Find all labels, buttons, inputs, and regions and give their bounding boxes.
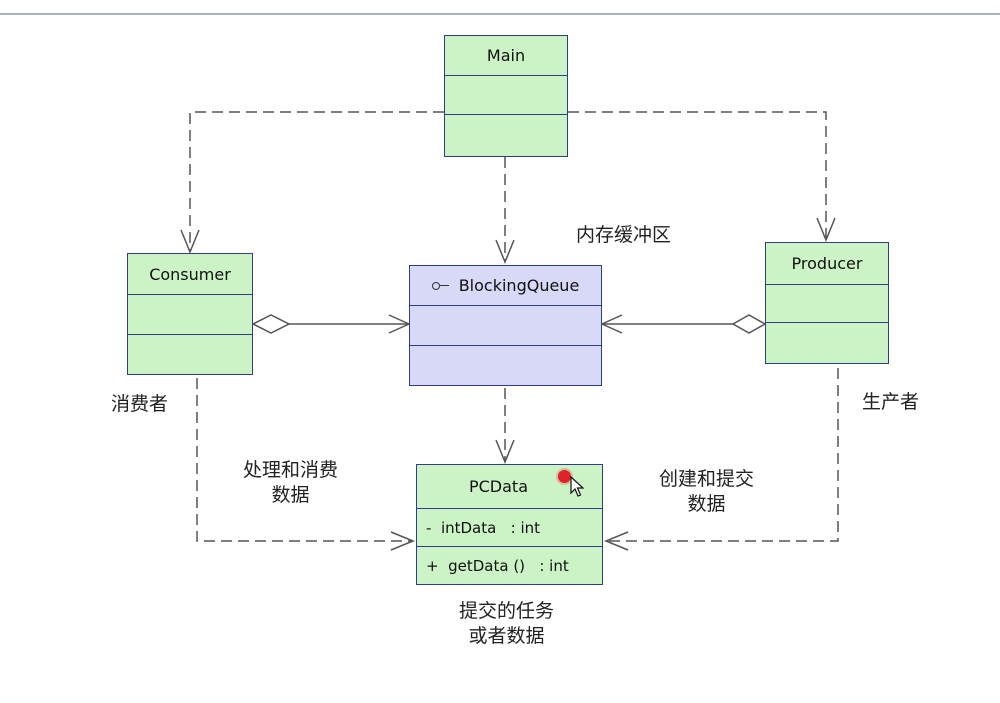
- note-line: 数据: [271, 484, 310, 506]
- operations-compartment: [445, 115, 567, 155]
- note-task: 提交的任务 或者数据: [459, 599, 554, 649]
- class-main: Main: [444, 35, 568, 157]
- class-consumer: Consumer: [127, 253, 253, 375]
- attributes-compartment: [410, 306, 601, 346]
- note-line: 创建和提交: [659, 468, 755, 490]
- dep-main-producer: [568, 111, 827, 240]
- note-consumer-role: 消费者: [111, 393, 169, 415]
- class-header: BlockingQueue: [410, 266, 601, 306]
- attributes-compartment: [766, 285, 888, 323]
- note-line: 数据: [687, 493, 726, 515]
- class-name: BlockingQueue: [458, 276, 580, 295]
- note-produce: 创建和提交 数据: [659, 467, 754, 517]
- diamond-consumer: [251, 314, 291, 334]
- diamond-producer: [731, 314, 767, 334]
- note-consume: 处理和消费 数据: [243, 458, 338, 508]
- note-producer-role: 生产者: [862, 391, 920, 413]
- operations-compartment: [766, 323, 888, 362]
- note-line: 处理和消费: [243, 459, 339, 481]
- note-buffer: 内存缓冲区: [576, 224, 672, 246]
- class-name: Main: [445, 36, 567, 76]
- note-line: 提交的任务: [459, 600, 555, 622]
- class-name: Producer: [766, 243, 888, 285]
- class-producer: Producer: [765, 242, 889, 364]
- interface-icon: [431, 281, 449, 290]
- class-name: Consumer: [128, 254, 252, 295]
- cursor-icon: [570, 476, 584, 497]
- operations-compartment: [410, 346, 601, 384]
- attributes-compartment: [128, 295, 252, 335]
- operation-row: + getData () : int: [426, 556, 569, 575]
- operations-compartment: [128, 335, 252, 373]
- attribute-row: - intData : int: [417, 509, 602, 547]
- dep-main-consumer: [189, 111, 444, 252]
- attributes-compartment: [445, 76, 567, 115]
- note-line: 或者数据: [468, 625, 545, 647]
- class-blocking-queue: BlockingQueue: [409, 265, 602, 386]
